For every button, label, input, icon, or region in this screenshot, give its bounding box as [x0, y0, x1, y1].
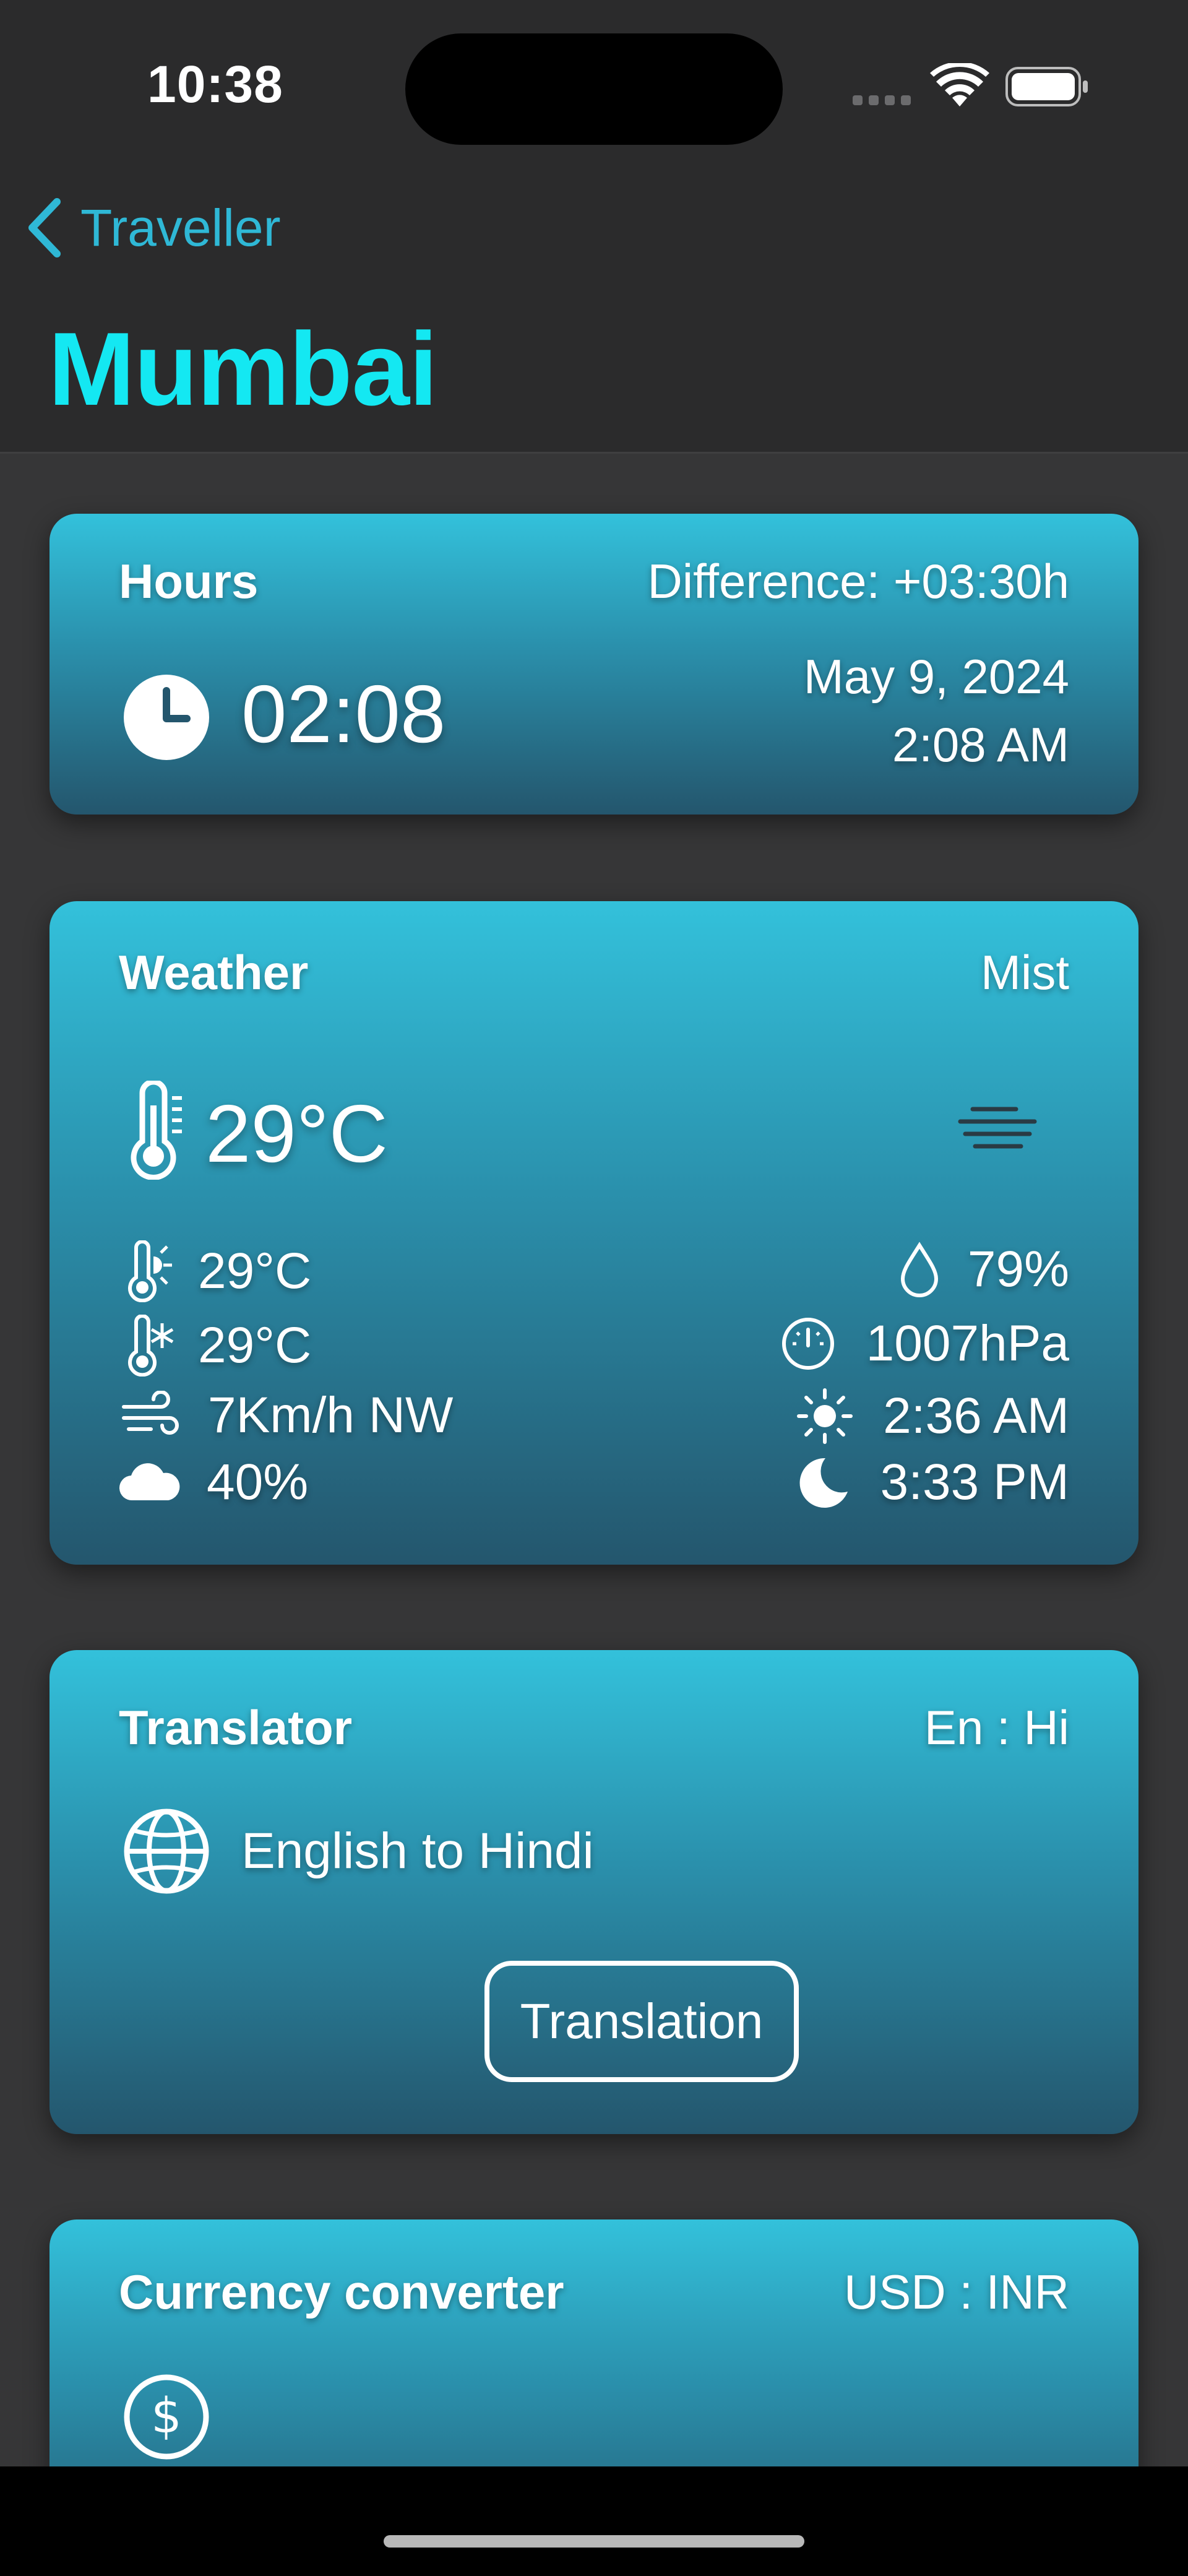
clock-icon [124, 675, 209, 760]
cellular-signal-icon [853, 95, 911, 105]
clouds-row: 40% [119, 1453, 308, 1511]
sunset-value: 3:33 PM [880, 1454, 1069, 1510]
currency-pair: USD : INR [843, 2265, 1069, 2319]
feels-hot-row: 29°C [119, 1240, 311, 1302]
pressure-value: 1007hPa [866, 1315, 1069, 1372]
page-title: Mumbai [48, 311, 438, 427]
gauge-icon [777, 1316, 839, 1372]
weather-card[interactable]: Weather Mist 29°C 29°C 29°C 7Km/h NW 40%… [50, 901, 1138, 1565]
dynamic-island [405, 33, 783, 145]
hours-title: Hours [119, 554, 259, 608]
pressure-row: 1007hPa [777, 1315, 1069, 1373]
thermometer-sun-icon [119, 1240, 181, 1302]
currency-title: Currency converter [119, 2265, 564, 2319]
humidity-row: 79% [889, 1240, 1069, 1299]
wind-icon [119, 1391, 181, 1440]
humidity-value: 79% [967, 1241, 1069, 1297]
chevron-left-icon [28, 198, 61, 257]
translator-card[interactable]: Translator En : Hi English to Hindi Tran… [50, 1650, 1138, 2134]
status-time: 10:38 [147, 55, 283, 113]
translator-title: Translator [119, 1700, 353, 1755]
temperature: 29°C [205, 1088, 388, 1179]
time-difference: Difference: +03:30h [647, 554, 1069, 608]
feels-hot-value: 29°C [198, 1243, 312, 1299]
back-button[interactable]: Traveller [25, 197, 281, 259]
wind-value: 7Km/h NW [208, 1387, 454, 1443]
language-pair: En : Hi [924, 1700, 1069, 1755]
home-indicator[interactable] [384, 2535, 804, 2548]
sunset-row: 3:33 PM [791, 1453, 1069, 1511]
cloud-icon [119, 1461, 181, 1504]
sunrise-row: 2:36 AM [794, 1386, 1069, 1446]
navigation-bar: 10:38 Traveller Mumbai [0, 0, 1188, 454]
wind-row: 7Km/h NW [119, 1386, 453, 1445]
feels-cold-value: 29°C [198, 1317, 312, 1373]
moon-icon [791, 1454, 853, 1510]
dollar-icon: $ [124, 2374, 209, 2460]
thermometer-icon [131, 1081, 182, 1180]
thermometer-snowflake-icon [119, 1315, 181, 1377]
svg-text:$: $ [151, 2388, 182, 2444]
sunrise-value: 2:36 AM [883, 1388, 1069, 1444]
clouds-value: 40% [207, 1454, 309, 1510]
droplet-icon [889, 1242, 950, 1297]
weather-condition: Mist [981, 945, 1069, 1000]
translation-button[interactable]: Translation [484, 1961, 799, 2082]
local-time-ampm: 2:08 AM [892, 717, 1069, 772]
sun-icon [794, 1386, 856, 1446]
battery-icon [1005, 67, 1088, 106]
local-time: 02:08 [241, 668, 446, 759]
globe-icon [124, 1809, 209, 1894]
hours-card[interactable]: Hours Difference: +03:30h 02:08 May 9, 2… [50, 514, 1138, 815]
translation-description: English to Hindi [241, 1823, 594, 1879]
currency-card[interactable]: Currency converter USD : INR $ [50, 2219, 1138, 2466]
weather-title: Weather [119, 945, 309, 1000]
feels-cold-row: 29°C [119, 1315, 311, 1377]
mist-icon [958, 1107, 1037, 1149]
screen: 10:38 Traveller Mumbai Hours Difference:… [0, 0, 1188, 2466]
local-date: May 9, 2024 [803, 649, 1069, 704]
back-label: Traveller [80, 198, 281, 257]
wifi-icon [930, 63, 989, 106]
